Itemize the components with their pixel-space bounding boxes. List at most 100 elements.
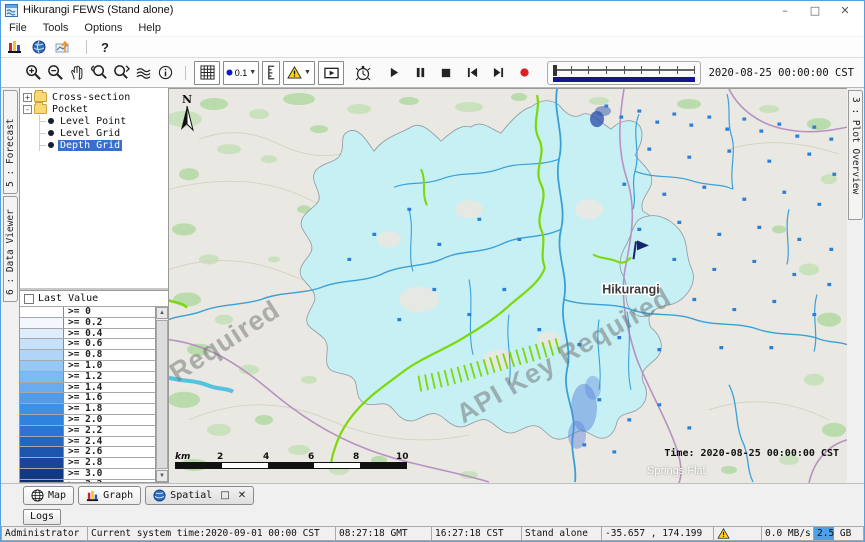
minimize-button[interactable]: – bbox=[770, 4, 800, 17]
pan-hand-icon[interactable] bbox=[67, 63, 87, 83]
tree-item-depth-grid[interactable]: Depth Grid bbox=[40, 139, 168, 151]
grid-layer-button[interactable] bbox=[194, 61, 220, 85]
scroll-up-icon[interactable]: ▲ bbox=[156, 307, 168, 319]
tab-graph[interactable]: Graph bbox=[78, 486, 141, 505]
warning-icon bbox=[717, 528, 730, 539]
toolbar-separator bbox=[86, 40, 87, 54]
legend-swatch bbox=[20, 339, 64, 349]
panel-close-icon[interactable]: ✕ bbox=[238, 490, 246, 501]
warning-threshold-dropdown[interactable]: ▼ bbox=[283, 61, 315, 85]
legend-swatch bbox=[20, 447, 64, 457]
legend-row: >= 1.2 bbox=[20, 372, 155, 383]
timer-icon[interactable] bbox=[353, 63, 373, 83]
status-user: Administrator bbox=[1, 526, 87, 541]
legend-row: >= 0.2 bbox=[20, 318, 155, 329]
legend-swatch bbox=[20, 307, 64, 317]
tab-data-viewer[interactable]: 6 : Data Viewer bbox=[3, 196, 18, 302]
zoom-next-icon[interactable] bbox=[111, 63, 131, 83]
status-warning-cell[interactable] bbox=[713, 526, 761, 541]
data-viewer-panel: + Cross-section - Pocket Level Point bbox=[19, 88, 169, 483]
legend-swatch bbox=[20, 480, 64, 482]
layers-icon[interactable] bbox=[133, 63, 153, 83]
step-forward-button[interactable] bbox=[489, 64, 507, 82]
folder-icon bbox=[34, 92, 47, 102]
legend-value-label: >= 1.2 bbox=[64, 372, 102, 382]
legend-swatch bbox=[20, 329, 64, 339]
scroll-thumb[interactable] bbox=[156, 320, 168, 469]
scale-ruler-button[interactable] bbox=[262, 61, 280, 85]
tab-forecast[interactable]: 5 : Forecast bbox=[3, 90, 18, 194]
tree-item-pocket[interactable]: - Pocket bbox=[20, 103, 168, 115]
status-gmt-time: 08:27:18 GMT bbox=[335, 526, 431, 541]
panel-maximize-icon[interactable]: □ bbox=[220, 490, 229, 501]
legend-value-label: >= 0.2 bbox=[64, 318, 102, 328]
collapse-icon[interactable]: - bbox=[23, 105, 32, 114]
legend-value-label: >= 3.0 bbox=[64, 469, 102, 479]
zoom-in-icon[interactable] bbox=[23, 63, 43, 83]
status-bar: Administrator Current system time:2020-0… bbox=[1, 526, 864, 541]
legend-swatch bbox=[20, 393, 64, 403]
bar-chart-icon bbox=[86, 489, 99, 502]
menu-tools[interactable]: Tools bbox=[35, 22, 77, 34]
legend-swatch bbox=[20, 415, 64, 425]
legend-value-label: >= 0.8 bbox=[64, 350, 102, 360]
window-title: Hikurangi FEWS (Stand alone) bbox=[23, 4, 173, 16]
step-back-button[interactable] bbox=[463, 64, 481, 82]
legend-swatch bbox=[20, 426, 64, 436]
legend-value-label: >= 0 bbox=[64, 307, 91, 317]
tree-item-level-grid[interactable]: Level Grid bbox=[40, 127, 168, 139]
tree-item-level-point[interactable]: Level Point bbox=[40, 115, 168, 127]
wireframe-globe-icon bbox=[31, 489, 44, 502]
chevron-down-icon: ▼ bbox=[304, 69, 311, 76]
tab-plot-overview[interactable]: 3 : Plot Overview bbox=[848, 90, 863, 220]
explorer-icon[interactable] bbox=[6, 39, 24, 55]
legend-swatch bbox=[20, 350, 64, 360]
legend-value-label: >= 2.4 bbox=[64, 437, 102, 447]
contour-interval-dropdown[interactable]: 0.1 ▼ bbox=[223, 61, 259, 85]
time-slider[interactable] bbox=[547, 61, 701, 85]
expand-icon[interactable]: + bbox=[23, 93, 32, 102]
time-range-bar bbox=[553, 77, 695, 82]
legend-scrollbar[interactable]: ▲ ▼ bbox=[155, 307, 168, 482]
animation-button[interactable] bbox=[318, 61, 344, 85]
zoom-out-icon[interactable] bbox=[45, 63, 65, 83]
record-button[interactable] bbox=[515, 64, 533, 82]
last-value-checkbox[interactable] bbox=[24, 294, 34, 304]
tab-map[interactable]: Map bbox=[23, 486, 74, 505]
map-canvas[interactable]: Hikurangi API Key Required API Key Requi… bbox=[169, 88, 847, 483]
menu-options[interactable]: Options bbox=[76, 22, 130, 34]
status-coordinates: -35.657 , 174.199 bbox=[601, 526, 713, 541]
logs-button[interactable]: Logs bbox=[23, 509, 61, 525]
tab-spatial[interactable]: Spatial □ ✕ bbox=[145, 486, 254, 505]
folder-icon bbox=[34, 104, 47, 114]
menu-file[interactable]: File bbox=[1, 22, 35, 34]
play-button[interactable] bbox=[385, 64, 403, 82]
legend-swatch bbox=[20, 383, 64, 393]
stop-button[interactable] bbox=[437, 64, 455, 82]
maximize-button[interactable]: □ bbox=[800, 4, 830, 17]
bottom-tab-bar: Map Graph Spatial □ ✕ bbox=[1, 483, 864, 507]
legend-value-label: >= 0.4 bbox=[64, 329, 102, 339]
scroll-down-icon[interactable]: ▼ bbox=[156, 470, 168, 482]
info-icon[interactable] bbox=[155, 63, 175, 83]
menu-help[interactable]: Help bbox=[130, 22, 169, 34]
globe-icon bbox=[153, 489, 166, 502]
status-network-speed: 0.0 MB/s bbox=[761, 526, 813, 541]
status-mode: Stand alone bbox=[521, 526, 601, 541]
legend-value-label: >= 2.0 bbox=[64, 415, 102, 425]
legend-swatch bbox=[20, 372, 64, 382]
spatial-display-icon[interactable] bbox=[54, 39, 72, 55]
left-dock-strip: 5 : Forecast 6 : Data Viewer bbox=[1, 88, 19, 483]
help-button[interactable]: ? bbox=[101, 40, 109, 55]
legend-panel: Last Value >= 0>= 0.2>= 0.4>= 0.6>= 0.8>… bbox=[20, 290, 168, 482]
map-globe-icon[interactable] bbox=[30, 39, 48, 55]
layer-bullet-icon bbox=[48, 118, 54, 124]
legend-swatch bbox=[20, 361, 64, 371]
interval-dot-icon bbox=[226, 69, 233, 76]
zoom-previous-icon[interactable] bbox=[89, 63, 109, 83]
pause-button[interactable] bbox=[411, 64, 429, 82]
close-button[interactable]: ✕ bbox=[830, 4, 860, 17]
time-slider-handle[interactable] bbox=[553, 65, 557, 76]
legend-row: >= 2.2 bbox=[20, 426, 155, 437]
legend-swatch bbox=[20, 318, 64, 328]
